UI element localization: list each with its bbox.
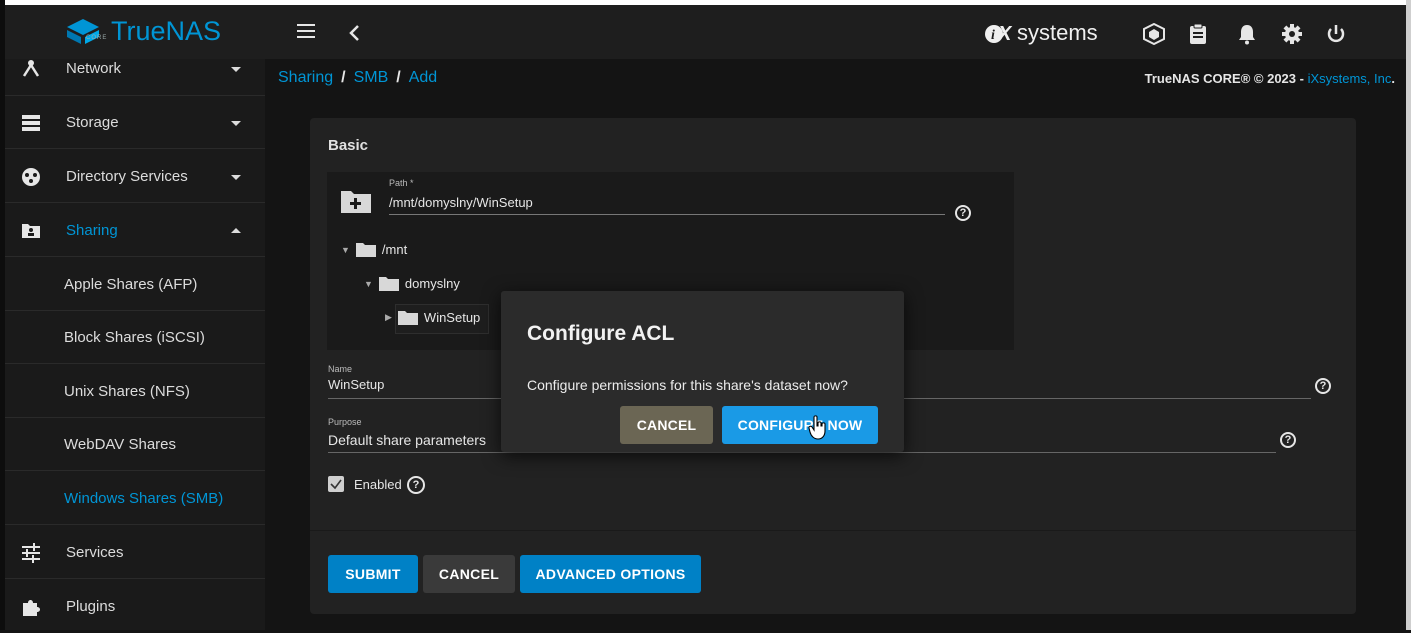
dialog-message: Configure permissions for this share's d… bbox=[527, 377, 848, 393]
folder-add-icon[interactable] bbox=[340, 188, 372, 214]
configure-now-button[interactable]: CONFIGURE NOW bbox=[722, 406, 878, 444]
breadcrumb-add[interactable]: Add bbox=[409, 69, 437, 86]
tree-node-label: /mnt bbox=[381, 242, 408, 257]
caret-down-icon bbox=[231, 121, 241, 126]
breadcrumb-smb[interactable]: SMB bbox=[354, 69, 389, 86]
copyright-link[interactable]: iXsystems, Inc bbox=[1308, 71, 1392, 86]
right-edge bbox=[1406, 0, 1411, 630]
name-input[interactable]: WinSetup bbox=[328, 377, 384, 392]
help-icon[interactable]: ? bbox=[955, 205, 971, 221]
copyright: TrueNAS CORE® © 2023 - iXsystems, Inc. bbox=[1145, 71, 1395, 86]
card-divider bbox=[310, 530, 1356, 531]
purpose-underline bbox=[328, 452, 1276, 453]
tree-node-label: domyslny bbox=[404, 276, 460, 291]
logo-text: TrueNAS bbox=[111, 16, 222, 46]
sidebar-item-label: Storage bbox=[66, 114, 119, 131]
dialog-title: Configure ACL bbox=[527, 322, 675, 345]
name-label: Name bbox=[328, 364, 353, 374]
breadcrumb: Sharing / SMB / Add bbox=[278, 69, 437, 87]
sidebar-subitem-afp[interactable]: Apple Shares (AFP) bbox=[5, 258, 265, 311]
path-input[interactable]: /mnt/domyslny/WinSetup bbox=[389, 195, 533, 210]
advanced-options-button[interactable]: ADVANCED OPTIONS bbox=[520, 555, 701, 593]
sidebar-item-label: Sharing bbox=[66, 222, 118, 239]
expand-triangle-icon: ▼ bbox=[341, 244, 350, 255]
chevron-left-icon[interactable] bbox=[348, 23, 362, 43]
sidebar-subitem-label: Unix Shares (NFS) bbox=[64, 383, 190, 400]
tree-node-domyslny[interactable]: ▼ domyslny bbox=[364, 276, 460, 291]
breadcrumb-sharing[interactable]: Sharing bbox=[278, 69, 333, 86]
copyright-text: TrueNAS CORE® © 2023 - bbox=[1144, 71, 1308, 86]
sidebar-item-label: Network bbox=[66, 60, 122, 77]
bell-icon[interactable] bbox=[1236, 23, 1258, 45]
caret-down-icon bbox=[231, 175, 241, 180]
sidebar-item-label: Services bbox=[66, 544, 124, 561]
path-label: Path * bbox=[389, 178, 414, 188]
collapsed-triangle-icon: ▶ bbox=[385, 312, 392, 322]
caret-down-icon bbox=[231, 67, 241, 72]
truecommand-icon[interactable] bbox=[1143, 23, 1165, 45]
sliders-icon bbox=[22, 543, 40, 563]
help-icon[interactable]: ? bbox=[407, 476, 425, 494]
puzzle-icon bbox=[23, 600, 40, 616]
breadcrumb-separator: / bbox=[396, 69, 401, 86]
sidebar-subitem-label: WebDAV Shares bbox=[64, 436, 176, 453]
sidebar-subitem-label: Apple Shares (AFP) bbox=[64, 276, 198, 293]
ixsystems-text: systems bbox=[1017, 20, 1098, 45]
folder-icon bbox=[397, 310, 418, 325]
power-icon[interactable] bbox=[1325, 23, 1347, 45]
sidebar-subitem-label: Windows Shares (SMB) bbox=[64, 490, 224, 507]
logo-core-label: CORE bbox=[86, 35, 108, 41]
sidebar-item-directory-services[interactable]: Directory Services bbox=[5, 150, 265, 203]
sidebar-item-label: Plugins bbox=[66, 598, 116, 615]
enabled-checkbox[interactable] bbox=[328, 476, 344, 492]
folder-icon bbox=[355, 242, 376, 257]
expand-triangle-icon: ▼ bbox=[364, 278, 373, 289]
check-icon bbox=[330, 479, 342, 490]
purpose-label: Purpose bbox=[328, 417, 362, 427]
sharing-icon bbox=[22, 224, 40, 238]
sidebar: Network Storage Directory Services Shari… bbox=[5, 59, 265, 630]
menu-icon[interactable] bbox=[297, 24, 315, 38]
help-icon[interactable]: ? bbox=[1315, 378, 1331, 394]
hand-cursor-icon bbox=[808, 415, 826, 440]
sidebar-item-network[interactable]: Network bbox=[5, 43, 265, 96]
copyright-suffix: . bbox=[1391, 71, 1395, 86]
sidebar-item-plugins[interactable]: Plugins bbox=[5, 580, 265, 633]
section-title: Basic bbox=[328, 137, 369, 154]
svg-text:i: i bbox=[991, 28, 995, 43]
sidebar-subitem-label: Block Shares (iSCSI) bbox=[64, 329, 205, 346]
directory-icon bbox=[22, 168, 40, 186]
sidebar-item-sharing[interactable]: Sharing bbox=[5, 204, 265, 257]
svg-text:X: X bbox=[997, 23, 1013, 45]
sidebar-subitem-nfs[interactable]: Unix Shares (NFS) bbox=[5, 365, 265, 418]
sidebar-subitem-iscsi[interactable]: Block Shares (iSCSI) bbox=[5, 311, 265, 364]
tree-node-label: WinSetup bbox=[423, 310, 481, 325]
folder-icon bbox=[378, 276, 399, 291]
breadcrumb-separator: / bbox=[341, 69, 346, 86]
sidebar-item-storage[interactable]: Storage bbox=[5, 96, 265, 149]
tree-node-mnt[interactable]: ▼ /mnt bbox=[341, 242, 407, 257]
gear-icon[interactable] bbox=[1281, 23, 1303, 45]
sidebar-subitem-smb[interactable]: Windows Shares (SMB) bbox=[5, 472, 265, 525]
submit-button[interactable]: SUBMIT bbox=[328, 555, 418, 593]
ix-logo-icon: i X bbox=[985, 23, 1013, 45]
network-icon bbox=[22, 60, 40, 77]
help-icon[interactable]: ? bbox=[1280, 432, 1296, 448]
storage-icon bbox=[22, 115, 40, 131]
tree-node-winsetup[interactable]: ▶ WinSetup bbox=[385, 310, 480, 325]
sidebar-item-services[interactable]: Services bbox=[5, 526, 265, 579]
caret-up-icon bbox=[231, 228, 241, 233]
purpose-select[interactable]: Default share parameters bbox=[328, 432, 486, 448]
dialog-cancel-button[interactable]: CANCEL bbox=[620, 406, 713, 444]
clipboard-icon[interactable] bbox=[1187, 23, 1209, 45]
enabled-label: Enabled bbox=[354, 477, 402, 492]
ixsystems-logo: i X systems bbox=[985, 20, 1098, 46]
sidebar-item-label: Directory Services bbox=[66, 168, 188, 185]
cancel-button[interactable]: CANCEL bbox=[423, 555, 515, 593]
sidebar-subitem-webdav[interactable]: WebDAV Shares bbox=[5, 418, 265, 471]
path-underline bbox=[389, 214, 945, 215]
